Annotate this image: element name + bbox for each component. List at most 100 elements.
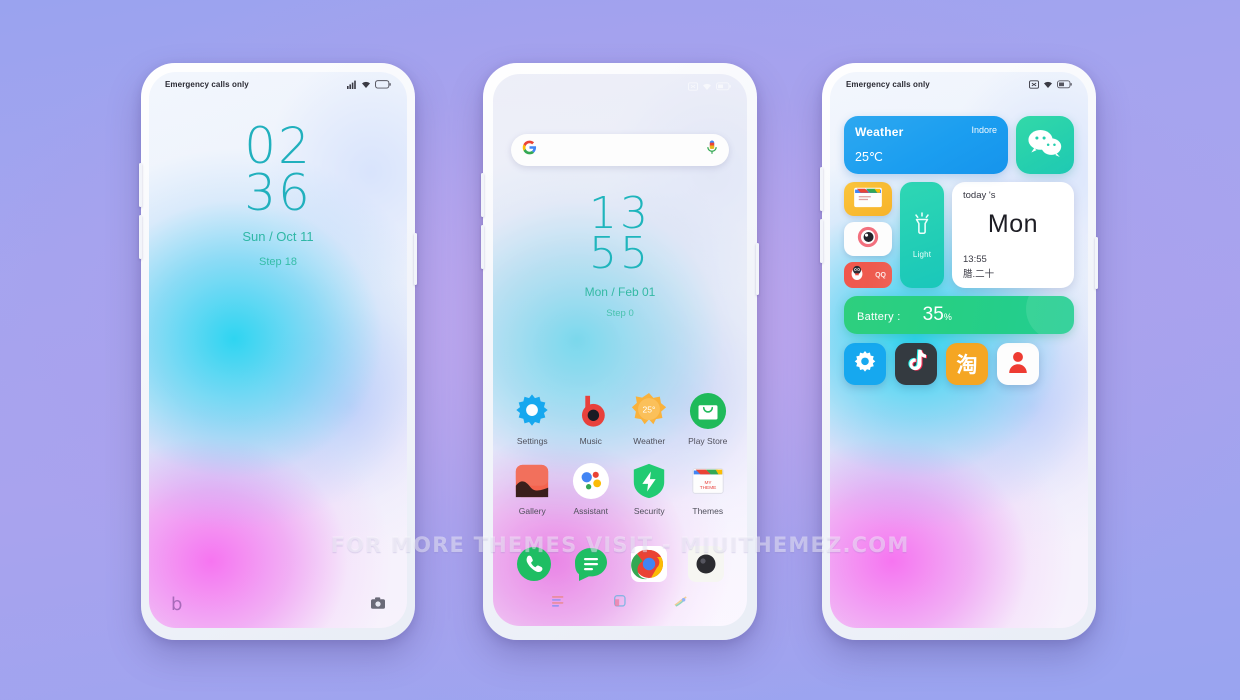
tiktok-tile[interactable] xyxy=(895,343,937,385)
svg-text:MY: MY xyxy=(704,480,712,486)
battery-icon-2 xyxy=(716,81,731,91)
chrome-icon[interactable] xyxy=(629,544,669,584)
widget-row-1: Weather Indore 25℃ xyxy=(844,116,1074,174)
settings-tile[interactable] xyxy=(844,343,886,385)
widget-row-2: QQ Light today 's Mon 13:55 腊.二十 xyxy=(844,182,1074,288)
svg-text:THEME: THEME xyxy=(699,485,716,491)
homescreen-date: Mon / Feb 01 xyxy=(584,284,656,299)
qq-tile[interactable]: QQ xyxy=(844,262,892,288)
app-assistant[interactable]: Assistant xyxy=(562,462,621,516)
battery-unit: % xyxy=(943,312,952,322)
app-label: Music xyxy=(579,436,602,446)
homescreen-screen[interactable]: 13 55 Mon / Feb 01 Step 0 Settings Music… xyxy=(493,74,747,626)
app-weather[interactable]: 25° Weather xyxy=(620,392,679,446)
camera-lens-icon[interactable] xyxy=(686,544,726,584)
weather-widget[interactable]: Weather Indore 25℃ xyxy=(844,116,1008,174)
qq-penguin-icon xyxy=(850,265,864,286)
battery-widget[interactable]: Battery : 35% xyxy=(844,296,1074,334)
volume-up-button-3[interactable] xyxy=(820,167,823,211)
square-page-icon[interactable] xyxy=(614,594,626,612)
today-card[interactable]: today 's Mon 13:55 腊.二十 xyxy=(952,182,1074,288)
light-label: Light xyxy=(912,249,932,259)
contacts-tile[interactable] xyxy=(997,343,1039,385)
weather-temperature: 25℃ xyxy=(855,150,883,164)
light-widget[interactable]: Light xyxy=(900,182,944,288)
bottom-icon-row: 淘 xyxy=(844,343,1074,385)
app-label: Settings xyxy=(516,436,548,446)
play-store-bag-icon xyxy=(689,392,727,430)
phone-lockscreen: Emergency calls only 02 36 Sun / Oct 11 … xyxy=(139,63,417,640)
camera-shortcut-icon[interactable] xyxy=(371,596,385,614)
home-clock-minutes: 55 xyxy=(589,228,651,280)
homescreen-step-counter: Step 0 xyxy=(606,307,634,319)
lockscreen-statusbar: Emergency calls only xyxy=(149,72,407,96)
power-button-2[interactable] xyxy=(756,243,759,295)
weather-city: Indore xyxy=(971,125,997,135)
dock xyxy=(505,544,735,584)
page-indicators xyxy=(493,594,747,612)
camera-eye-tile[interactable] xyxy=(844,222,892,256)
themes-icon: MY THEME xyxy=(689,462,727,500)
contacts-person-icon xyxy=(1007,350,1029,379)
lockscreen-screen[interactable]: Emergency calls only 02 36 Sun / Oct 11 … xyxy=(149,72,407,628)
app-security[interactable]: Security xyxy=(620,462,679,516)
app-settings[interactable]: Settings xyxy=(503,392,562,446)
phone-handset-icon[interactable] xyxy=(514,544,554,584)
camera-eye-icon xyxy=(856,225,880,254)
app-play-store[interactable]: Play Store xyxy=(679,392,738,446)
signal-icon xyxy=(347,80,357,89)
no-sim-icon xyxy=(688,81,698,91)
battery-icon-3 xyxy=(1057,79,1072,89)
flashlight-icon xyxy=(911,211,933,243)
themes-tile[interactable] xyxy=(844,182,892,216)
carrier-label: Emergency calls only xyxy=(165,79,249,89)
list-page-icon[interactable] xyxy=(552,594,566,612)
app-gallery[interactable]: Gallery xyxy=(503,462,562,516)
brush-page-icon[interactable] xyxy=(674,594,688,612)
svg-text:25°: 25° xyxy=(643,404,656,414)
clock-minutes: 36 xyxy=(244,164,312,222)
phone-homescreen: 13 55 Mon / Feb 01 Step 0 Settings Music… xyxy=(481,63,759,640)
qq-mark: QQ xyxy=(875,271,886,279)
weather-title: Weather xyxy=(855,125,904,139)
wifi-icon xyxy=(361,80,371,89)
carrier-label-3: Emergency calls only xyxy=(846,79,930,89)
lockscreen-step-counter: Step 18 xyxy=(259,256,297,268)
app-label: Security xyxy=(633,506,665,516)
settings-gear-icon xyxy=(513,392,551,430)
app-themes[interactable]: MY THEME Themes xyxy=(679,462,738,516)
volume-up-button[interactable] xyxy=(139,163,142,207)
battery-label: Battery : xyxy=(857,311,901,323)
power-button[interactable] xyxy=(414,233,417,285)
wifi-icon-3 xyxy=(1043,80,1053,89)
volume-down-button-2[interactable] xyxy=(481,225,484,269)
music-shortcut-icon[interactable]: b xyxy=(171,596,182,614)
phone-widgetscreen: Emergency calls only Weather Indore 25℃ … xyxy=(820,63,1098,640)
taobao-tile[interactable]: 淘 xyxy=(946,343,988,385)
app-grid: Settings Music 25° Weather Play Store Ga… xyxy=(503,392,737,516)
battery-icon xyxy=(375,79,391,89)
google-search-bar[interactable] xyxy=(511,134,729,166)
settings-gear-icon xyxy=(852,349,878,380)
widgetscreen-statusbar: Emergency calls only xyxy=(830,72,1088,96)
app-music[interactable]: Music xyxy=(562,392,621,446)
widgetscreen-screen[interactable]: Emergency calls only Weather Indore 25℃ … xyxy=(830,72,1088,628)
no-sim-icon-3 xyxy=(1029,79,1039,89)
homescreen-statusbar xyxy=(493,74,747,98)
themes-icon xyxy=(852,185,884,214)
volume-up-button-2[interactable] xyxy=(481,173,484,217)
volume-down-button-3[interactable] xyxy=(820,219,823,263)
power-button-3[interactable] xyxy=(1095,237,1098,289)
music-b-icon xyxy=(572,392,610,430)
wechat-widget[interactable] xyxy=(1016,116,1074,174)
lockscreen-shortcuts: b xyxy=(149,596,407,614)
wechat-icon xyxy=(1027,128,1063,163)
microphone-icon[interactable] xyxy=(706,140,718,160)
weather-sun-icon: 25° xyxy=(630,392,668,430)
security-shield-icon xyxy=(630,462,668,500)
volume-down-button[interactable] xyxy=(139,215,142,259)
today-time: 13:55 xyxy=(963,254,987,265)
app-label: Play Store xyxy=(688,436,728,446)
app-label: Gallery xyxy=(518,506,546,516)
messages-bubble-icon[interactable] xyxy=(571,544,611,584)
